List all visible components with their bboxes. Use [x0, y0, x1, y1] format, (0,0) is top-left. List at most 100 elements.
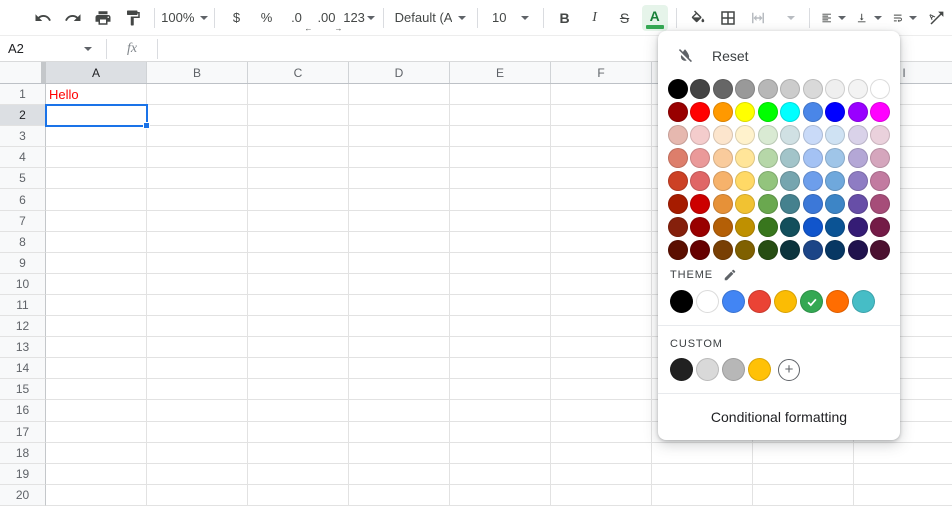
cell-E3[interactable] — [450, 126, 551, 147]
cell-B19[interactable] — [147, 464, 248, 485]
cell-F20[interactable] — [551, 485, 652, 506]
palette-swatch-6d9eeb[interactable] — [803, 171, 823, 191]
cell-B12[interactable] — [147, 316, 248, 337]
palette-swatch-9900ff[interactable] — [848, 102, 868, 122]
cell-F7[interactable] — [551, 211, 652, 232]
palette-swatch-fff2cc[interactable] — [735, 125, 755, 145]
theme-color-swatch-000000[interactable] — [670, 290, 693, 313]
reset-color-button[interactable]: Reset — [668, 41, 890, 71]
palette-swatch-134f5c[interactable] — [780, 217, 800, 237]
palette-swatch-5b0f00[interactable] — [668, 240, 688, 260]
palette-swatch-cfe2f3[interactable] — [825, 125, 845, 145]
cell-A4[interactable] — [46, 147, 147, 168]
cell-B16[interactable] — [147, 400, 248, 421]
format-currency-button[interactable]: $ — [223, 5, 249, 31]
cell-B14[interactable] — [147, 358, 248, 379]
cell-B8[interactable] — [147, 232, 248, 253]
cell-D12[interactable] — [349, 316, 450, 337]
edit-theme-button[interactable] — [723, 268, 737, 282]
cell-C15[interactable] — [248, 379, 349, 400]
cell-D15[interactable] — [349, 379, 450, 400]
palette-swatch-990000[interactable] — [690, 217, 710, 237]
row-header-9[interactable]: 9 — [0, 253, 46, 274]
row-header-2[interactable]: 2 — [0, 105, 46, 126]
cell-I19[interactable] — [854, 464, 952, 485]
palette-swatch-a64d79[interactable] — [870, 194, 890, 214]
row-header-16[interactable]: 16 — [0, 400, 46, 421]
cell-C19[interactable] — [248, 464, 349, 485]
palette-swatch-ea9999[interactable] — [690, 148, 710, 168]
palette-swatch-b6d7a8[interactable] — [758, 148, 778, 168]
cell-F15[interactable] — [551, 379, 652, 400]
palette-swatch-351c75[interactable] — [848, 217, 868, 237]
cell-A16[interactable] — [46, 400, 147, 421]
row-header-15[interactable]: 15 — [0, 379, 46, 400]
cell-D20[interactable] — [349, 485, 450, 506]
theme-color-swatch-ff6d01[interactable] — [826, 290, 849, 313]
cell-B1[interactable] — [147, 84, 248, 105]
cell-E18[interactable] — [450, 443, 551, 464]
palette-swatch-1c4587[interactable] — [803, 240, 823, 260]
palette-swatch-a61c00[interactable] — [668, 194, 688, 214]
palette-swatch-20124d[interactable] — [848, 240, 868, 260]
cell-B6[interactable] — [147, 189, 248, 210]
row-header-5[interactable]: 5 — [0, 168, 46, 189]
name-box[interactable]: A2 — [0, 36, 100, 61]
palette-swatch-ffffff[interactable] — [870, 79, 890, 99]
cell-E10[interactable] — [450, 274, 551, 295]
palette-swatch-3c78d8[interactable] — [803, 194, 823, 214]
decrease-decimal-button[interactable]: .0← — [283, 5, 309, 31]
cell-B15[interactable] — [147, 379, 248, 400]
cell-G19[interactable] — [652, 464, 753, 485]
cell-A1[interactable]: Hello — [46, 84, 147, 105]
text-color-button[interactable]: A — [642, 5, 668, 31]
horizontal-align-button[interactable] — [818, 5, 849, 31]
paint-format-button[interactable] — [120, 5, 146, 31]
cell-G20[interactable] — [652, 485, 753, 506]
palette-swatch-999999[interactable] — [735, 79, 755, 99]
palette-swatch-0000ff[interactable] — [825, 102, 845, 122]
palette-swatch-45818e[interactable] — [780, 194, 800, 214]
palette-swatch-e69138[interactable] — [713, 194, 733, 214]
cell-B9[interactable] — [147, 253, 248, 274]
cell-D9[interactable] — [349, 253, 450, 274]
row-header-4[interactable]: 4 — [0, 147, 46, 168]
cell-F18[interactable] — [551, 443, 652, 464]
cell-B10[interactable] — [147, 274, 248, 295]
palette-swatch-f3f3f3[interactable] — [848, 79, 868, 99]
palette-swatch-4c1130[interactable] — [870, 240, 890, 260]
row-header-18[interactable]: 18 — [0, 443, 46, 464]
strikethrough-button[interactable]: S — [612, 5, 638, 31]
cell-E14[interactable] — [450, 358, 551, 379]
cell-B4[interactable] — [147, 147, 248, 168]
palette-swatch-d9d9d9[interactable] — [803, 79, 823, 99]
cell-D8[interactable] — [349, 232, 450, 253]
cell-A6[interactable] — [46, 189, 147, 210]
cell-A20[interactable] — [46, 485, 147, 506]
palette-swatch-bf9000[interactable] — [735, 217, 755, 237]
palette-swatch-fce5cd[interactable] — [713, 125, 733, 145]
palette-swatch-f4cccc[interactable] — [690, 125, 710, 145]
palette-swatch-a2c4c9[interactable] — [780, 148, 800, 168]
cell-B5[interactable] — [147, 168, 248, 189]
palette-swatch-ff00ff[interactable] — [870, 102, 890, 122]
column-header-D[interactable]: D — [349, 62, 450, 83]
palette-swatch-38761d[interactable] — [758, 217, 778, 237]
cell-B2[interactable] — [147, 105, 248, 126]
row-header-11[interactable]: 11 — [0, 295, 46, 316]
cell-I20[interactable] — [854, 485, 952, 506]
theme-color-swatch-46bdc6[interactable] — [852, 290, 875, 313]
cell-A3[interactable] — [46, 126, 147, 147]
cell-C6[interactable] — [248, 189, 349, 210]
cell-F5[interactable] — [551, 168, 652, 189]
cell-E7[interactable] — [450, 211, 551, 232]
palette-swatch-0b5394[interactable] — [825, 217, 845, 237]
palette-swatch-76a5af[interactable] — [780, 171, 800, 191]
add-custom-color-button[interactable]: + — [778, 359, 800, 381]
custom-color-swatch-b7b7b7[interactable] — [722, 358, 745, 381]
cell-F1[interactable] — [551, 84, 652, 105]
palette-swatch-ead1dc[interactable] — [870, 125, 890, 145]
cell-B3[interactable] — [147, 126, 248, 147]
palette-swatch-d5a6bd[interactable] — [870, 148, 890, 168]
row-header-20[interactable]: 20 — [0, 485, 46, 506]
